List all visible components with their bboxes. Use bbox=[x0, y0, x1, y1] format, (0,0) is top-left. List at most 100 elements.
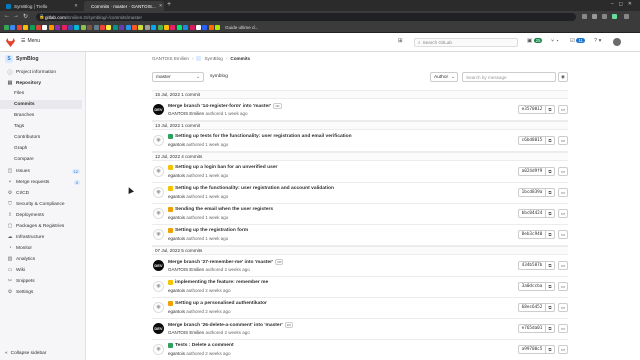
bookmark-icon[interactable] bbox=[4, 25, 9, 30]
bookmark-icon[interactable] bbox=[125, 25, 131, 30]
commit-title[interactable]: Setting up a personalised authentikator bbox=[168, 301, 267, 306]
expand-description-button[interactable]: ••• bbox=[275, 259, 284, 265]
new-tab-icon[interactable]: + bbox=[167, 1, 171, 8]
collapse-sidebar-button[interactable]: « Collapse sidebar bbox=[5, 351, 46, 356]
bookmark-icon[interactable] bbox=[10, 25, 16, 30]
breadcrumb-current[interactable]: Commits bbox=[230, 56, 250, 61]
commit-author-avatar[interactable]: DEV bbox=[153, 260, 164, 271]
bookmark-icon[interactable] bbox=[170, 25, 176, 30]
commit-author[interactable]: egantois bbox=[168, 288, 185, 293]
bookmark-icon[interactable] bbox=[196, 25, 201, 30]
bookmark-icon[interactable] bbox=[48, 25, 54, 30]
star-icon[interactable] bbox=[592, 14, 597, 19]
copy-sha-button[interactable]: ⧉ bbox=[546, 230, 555, 239]
commit-sha-button[interactable]: a024d9f9 bbox=[518, 167, 546, 176]
commit-author-avatar[interactable]: ✳ bbox=[153, 187, 164, 198]
rss-feed-button[interactable]: ◉ bbox=[558, 72, 568, 82]
browser-tab-trello[interactable]: SymBlog | Trello ✕ bbox=[2, 1, 82, 11]
bookmark-icon[interactable] bbox=[87, 25, 93, 30]
browse-files-button[interactable]: ▭ bbox=[558, 209, 568, 218]
copy-sha-button[interactable]: ⧉ bbox=[546, 261, 555, 270]
repo-path[interactable]: symblog bbox=[210, 74, 228, 79]
browse-files-button[interactable]: ▭ bbox=[558, 105, 568, 114]
commit-sha-button[interactable]: 434b587b bbox=[518, 261, 546, 270]
commit-author-avatar[interactable]: DEV bbox=[153, 323, 164, 334]
user-avatar[interactable] bbox=[613, 38, 621, 46]
commit-author[interactable]: egantois bbox=[168, 142, 185, 147]
bookmark-icon[interactable] bbox=[68, 25, 73, 30]
extensions-icon[interactable] bbox=[602, 14, 607, 19]
browse-files-button[interactable]: ▭ bbox=[558, 345, 568, 354]
issues-top-button[interactable]: ▣ 25 bbox=[527, 38, 543, 44]
commit-sha-button[interactable]: 68ec6452 bbox=[518, 303, 546, 312]
commit-sha-button[interactable]: e765da01 bbox=[518, 324, 546, 333]
sidebar-item-analytics[interactable]: ▥ Analytics bbox=[0, 254, 86, 264]
commit-author-avatar[interactable]: ✳ bbox=[153, 208, 164, 219]
help-icon[interactable]: ? ▾ bbox=[594, 38, 601, 44]
commit-author-avatar[interactable]: ✳ bbox=[153, 166, 164, 177]
commit-title[interactable]: Tests : Delete a comment bbox=[168, 343, 234, 348]
commit-title[interactable]: Merge branch '26-delete-a-comment' into … bbox=[168, 322, 293, 328]
sidebar-item-project-information[interactable]: ⓘ Project information bbox=[0, 67, 86, 77]
bookmark-icon[interactable] bbox=[215, 25, 221, 30]
copy-sha-button[interactable]: ⧉ bbox=[546, 136, 555, 145]
copy-sha-button[interactable]: ⧉ bbox=[546, 324, 555, 333]
sidebar-item-repository[interactable]: ▤ Repository bbox=[0, 78, 86, 88]
sidebar-item-issues[interactable]: ◫ Issues 12 bbox=[0, 166, 86, 176]
breadcrumb-project[interactable]: SymBlog bbox=[204, 56, 222, 61]
bookmark-icon[interactable] bbox=[100, 25, 105, 30]
todos-top-button[interactable]: ☑ 11 bbox=[570, 38, 585, 44]
merge-requests-top-button[interactable]: ⑂ ▾ bbox=[551, 38, 559, 44]
sidebar-sub-tags[interactable]: Tags bbox=[0, 122, 82, 131]
commit-author-avatar[interactable]: ✳ bbox=[153, 135, 164, 146]
bookmark-icon[interactable] bbox=[36, 25, 41, 30]
bookmark-icon[interactable] bbox=[112, 25, 118, 30]
menu-button[interactable]: ☰ Menu bbox=[21, 38, 40, 44]
bookmark-icon[interactable] bbox=[202, 25, 208, 30]
copy-sha-button[interactable]: ⧉ bbox=[546, 303, 555, 312]
copy-sha-button[interactable]: ⧉ bbox=[546, 188, 555, 197]
sidebar-sub-graph[interactable]: Graph bbox=[0, 144, 82, 153]
commit-author[interactable]: GANTOIS Emilien bbox=[168, 111, 204, 116]
copy-sha-button[interactable]: ⧉ bbox=[546, 167, 555, 176]
commit-author[interactable]: GANTOIS Emilien bbox=[168, 267, 204, 272]
sidebar-item-security[interactable]: ⛉ Security & Compliance bbox=[0, 199, 86, 209]
breadcrumb-owner[interactable]: GANTOIS Emilien bbox=[152, 56, 189, 61]
browse-files-button[interactable]: ▭ bbox=[558, 324, 568, 333]
bookmark-icon[interactable] bbox=[132, 25, 137, 30]
commit-author[interactable]: egantois bbox=[168, 194, 185, 199]
sidebar-sub-branches[interactable]: Branches bbox=[0, 111, 82, 120]
forward-icon[interactable]: → bbox=[13, 13, 19, 19]
commit-title[interactable]: implementing the feature: remember me bbox=[168, 280, 268, 285]
commit-title[interactable]: Sending the email when the user register… bbox=[168, 207, 273, 212]
gitlab-logo-icon[interactable] bbox=[6, 38, 15, 47]
expand-description-button[interactable]: ••• bbox=[284, 322, 293, 328]
browse-files-button[interactable]: ▭ bbox=[558, 167, 568, 176]
sidebar-item-packages[interactable]: ▢ Packages & Registries bbox=[0, 221, 86, 231]
commit-author-avatar[interactable]: DEV bbox=[153, 104, 164, 115]
sidebar-sub-commits[interactable]: Commits bbox=[0, 100, 82, 109]
browse-files-button[interactable]: ▭ bbox=[558, 282, 568, 291]
sidebar-item-deployments[interactable]: ⇪ Deployments bbox=[0, 210, 86, 220]
close-tab-icon[interactable]: ✕ bbox=[159, 3, 163, 9]
commit-sha-button[interactable]: 8eb3c940 bbox=[518, 230, 546, 239]
create-new-icon[interactable]: ⊞ bbox=[398, 38, 403, 44]
browse-files-button[interactable]: ▭ bbox=[558, 188, 568, 197]
share-icon[interactable] bbox=[582, 14, 587, 19]
commit-title[interactable]: Setting up the registration form bbox=[168, 228, 248, 233]
bookmark-icon[interactable] bbox=[151, 25, 157, 30]
bookmark-icon[interactable] bbox=[138, 25, 144, 30]
author-filter[interactable]: Author ⌄ bbox=[430, 72, 458, 82]
copy-sha-button[interactable]: ⧉ bbox=[546, 282, 555, 291]
browse-files-button[interactable]: ▭ bbox=[558, 261, 568, 270]
commit-author-avatar[interactable]: ✳ bbox=[153, 281, 164, 292]
commit-sha-button[interactable]: a99700c5 bbox=[518, 345, 546, 354]
commit-sha-button[interactable]: e3570012 bbox=[518, 105, 546, 114]
commit-title[interactable]: Setting up tests for the functionality: … bbox=[168, 134, 352, 139]
commit-title[interactable]: Merge branch '27-remember-me' into 'mast… bbox=[168, 259, 284, 265]
bookmark-icon[interactable] bbox=[93, 25, 99, 30]
bookmark-icon[interactable] bbox=[80, 25, 86, 30]
back-icon[interactable]: ← bbox=[4, 13, 10, 19]
bookmark-icon[interactable] bbox=[164, 25, 169, 30]
commit-author[interactable]: egantois bbox=[168, 309, 185, 314]
